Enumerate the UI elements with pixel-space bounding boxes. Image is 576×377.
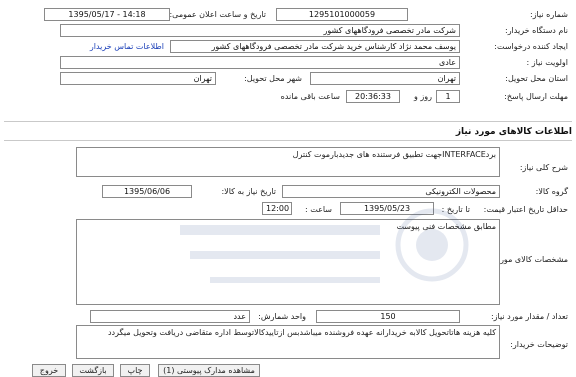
time-field: 12:00	[262, 202, 292, 215]
days-word: روز و	[414, 92, 432, 101]
province-field: تهران	[310, 72, 460, 85]
deadline-time-field: 20:36:33	[346, 90, 400, 103]
need-number-field: 1295101000059	[276, 8, 408, 21]
group-field: محصولات الکترونیکی	[282, 185, 500, 198]
deadline-label: مهلت ارسال پاسخ:	[504, 92, 568, 101]
group-label: گروه کالا:	[535, 187, 568, 196]
priority-label: اولویت نیاز :	[526, 58, 568, 67]
min-validity-label: حداقل تاریخ اعتبار قیمت:	[483, 205, 568, 214]
buyer-org-label: نام دستگاه خریدار:	[505, 26, 568, 35]
need-number-label: شماره نیاز:	[530, 10, 568, 19]
section-divider-bottom	[4, 140, 572, 141]
until-date-field: 1395/05/23	[340, 202, 434, 215]
province-label: استان محل تحویل:	[505, 74, 568, 83]
description-box: بردINTERFACEجهت تطبیق فرستنده های جدیدبا…	[76, 147, 500, 177]
remaining-label: ساعت باقی مانده	[280, 92, 340, 101]
announce-label: تاریخ و ساعت اعلان عمومی:	[169, 10, 266, 19]
back-button[interactable]: بازگشت	[72, 364, 114, 377]
need-date-field: 1395/06/06	[102, 185, 192, 198]
qty-field: 150	[316, 310, 460, 323]
description-label: شرح کلی نیاز:	[519, 163, 568, 172]
section-divider-top	[4, 121, 572, 122]
priority-field: عادی	[60, 56, 460, 69]
city-field: تهران	[60, 72, 216, 85]
announce-field: 1395/05/17 - 14:18	[44, 8, 170, 21]
creator-label: ایجاد کننده درخواست:	[494, 42, 568, 51]
unit-field: عدد	[90, 310, 250, 323]
creator-field: یوسف محمد نژاد کارشناس خرید شرکت مادر تخ…	[170, 40, 460, 53]
buyer-notes-box: کلیه هزینه هاتاتحویل کالابه خریدارانه عه…	[76, 325, 500, 359]
buyer-notes-label: توضیحات خریدار:	[510, 340, 568, 349]
specs-box: مطابق مشخصات فنی پیوست	[76, 219, 500, 305]
buyer-org-field: شرکت مادر تخصصی فرودگاههای کشور	[60, 24, 460, 37]
time-label: ساعت :	[304, 205, 332, 214]
city-label: شهر محل تحویل:	[244, 74, 302, 83]
unit-label: واحد شمارش:	[258, 312, 306, 321]
view-attachments-button[interactable]: مشاهده مدارک پیوستی (1)	[158, 364, 260, 377]
section-title: اطلاعات کالاهای مورد نیاز	[455, 127, 572, 137]
exit-button[interactable]: خروج	[32, 364, 66, 377]
qty-label: تعداد / مقدار مورد نیاز:	[490, 312, 568, 321]
need-date-label: تاریخ نیاز به کالا:	[221, 187, 276, 196]
print-button[interactable]: چاپ	[120, 364, 150, 377]
until-date-label: تا تاریخ :	[441, 205, 470, 214]
deadline-days-field: 1	[436, 90, 460, 103]
contact-info-link[interactable]: اطلاعات تماس خریدار	[90, 42, 164, 51]
